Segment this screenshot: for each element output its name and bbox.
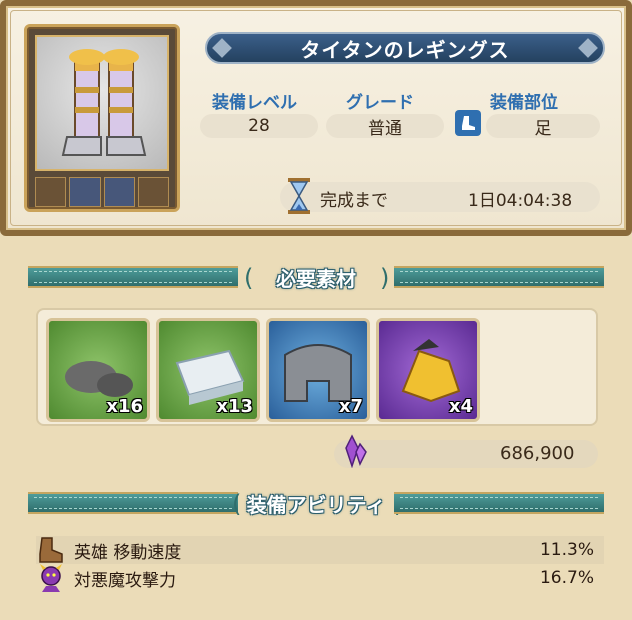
material-qty: x7 [338, 396, 363, 417]
cost-value: 686,900 [500, 443, 575, 464]
ability-value: 16.7% [539, 568, 594, 588]
level-label: 装備レベル [212, 93, 297, 113]
material-metal-plate[interactable]: x7 [266, 318, 370, 422]
materials-title: 必要素材 [276, 266, 356, 291]
part-value: 足 [486, 114, 600, 139]
titan-leggings-image [35, 35, 169, 171]
material-qty: x13 [216, 396, 253, 417]
abilities-title: 装備アビリティ [246, 492, 386, 517]
boot-icon [36, 536, 66, 564]
header-rail-right [394, 266, 604, 288]
slot-gem [69, 177, 101, 207]
grade-label: グレード [346, 93, 414, 113]
item-portrait-frame[interactable] [24, 24, 180, 212]
timer-value: 1日04:04:38 [468, 191, 573, 211]
slot-empty [35, 177, 67, 207]
material-qty: x4 [448, 396, 473, 417]
header-rail-left [28, 492, 238, 514]
item-name: タイタンのレギングス [300, 37, 510, 62]
ability-value: 11.3% [539, 540, 594, 560]
ability-name: 英雄 移動速度 [74, 542, 182, 563]
material-ore[interactable]: x13 [156, 318, 260, 422]
hourglass-icon [286, 178, 312, 214]
header-rail-right [394, 492, 604, 514]
banner-cap-left [212, 38, 232, 58]
materials-panel: x16 x13 x7 x4 [36, 308, 598, 426]
grade-value: 普通 [326, 114, 444, 139]
slot-gem [103, 177, 135, 207]
abilities-header: ( 装備アビリティ ) [28, 486, 604, 520]
banner-cap-right [578, 38, 598, 58]
ability-row: 対悪魔攻撃力 16.7% [36, 564, 604, 592]
part-value-text: 足 [534, 118, 552, 139]
purple-crystal-icon [338, 434, 368, 469]
ability-row: 英雄 移動速度 11.3% [36, 536, 604, 564]
material-gold-ornament[interactable]: x4 [376, 318, 480, 422]
header-rail-left [28, 266, 238, 288]
grade-value-text: 普通 [368, 118, 402, 139]
slot-empty [137, 177, 169, 207]
gem-slots [35, 177, 169, 207]
material-stone[interactable]: x16 [46, 318, 150, 422]
material-qty: x16 [106, 396, 143, 417]
level-value: 28 [200, 114, 318, 138]
timer-label: 完成まで [320, 191, 388, 211]
item-name-banner: タイタンのレギングス [205, 32, 605, 64]
ability-name: 対悪魔攻撃力 [74, 570, 176, 591]
leggings-icon [61, 49, 147, 156]
boot-part-icon [455, 110, 481, 136]
level-value-text: 28 [248, 116, 270, 136]
bracket-right: ) [380, 264, 390, 292]
part-label: 装備部位 [490, 93, 558, 113]
materials-header: ( 必要素材 ) [28, 260, 604, 294]
demon-icon [36, 564, 66, 592]
